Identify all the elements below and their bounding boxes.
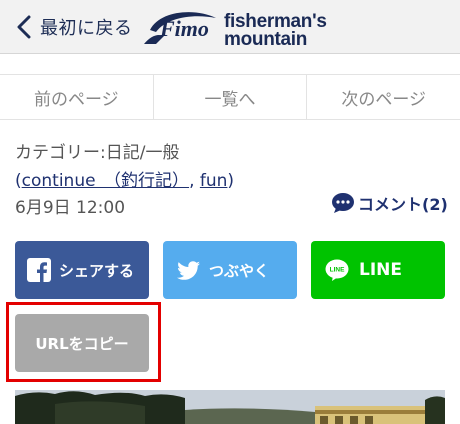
- line-share-label: LINE: [359, 260, 402, 280]
- tag-close-paren: ): [227, 171, 235, 191]
- category-label: カテゴリー:日記/一般: [15, 143, 180, 163]
- tag-separator: ,: [189, 171, 200, 191]
- chevron-left-icon: [17, 15, 31, 39]
- comment-link[interactable]: コメント(2): [331, 191, 448, 215]
- line-icon: LINE: [325, 259, 349, 281]
- app-header: 最初に戻る Fimo fisherman's mountain: [0, 0, 460, 54]
- tag-link-continue[interactable]: continue （釣行記）: [22, 171, 189, 191]
- twitter-tweet-label: つぶやく: [209, 261, 270, 280]
- facebook-share-label: シェアする: [59, 261, 135, 280]
- twitter-bird-icon: [177, 261, 200, 280]
- back-label: 最初に戻る: [40, 18, 133, 39]
- tag-list: (continue （釣行記）, fun): [15, 166, 234, 191]
- back-to-top-button[interactable]: 最初に戻る: [16, 12, 133, 42]
- fimo-logo-text: Fimo: [159, 16, 209, 41]
- brand-line-2: mountain: [224, 29, 308, 50]
- brand-logo[interactable]: Fimo fisherman's mountain: [140, 6, 340, 50]
- line-share-button[interactable]: LINE LINE: [311, 241, 445, 299]
- next-page-link[interactable]: 次のページ: [306, 75, 460, 119]
- page-navigation: 前のページ 一覧へ 次のページ: [0, 74, 460, 120]
- facebook-icon: [27, 258, 51, 282]
- post-date: 6月9日 12:00: [15, 198, 126, 218]
- tag-link-fun[interactable]: fun: [200, 171, 228, 191]
- photo-scene: [15, 390, 445, 424]
- twitter-tweet-button[interactable]: つぶやく: [163, 241, 297, 299]
- speech-bubble-icon: [332, 193, 354, 213]
- previous-page-link[interactable]: 前のページ: [0, 75, 153, 119]
- fimo-logo-mark: Fimo: [144, 12, 216, 44]
- comment-count-label: コメント(2): [358, 195, 448, 214]
- line-icon-text: LINE: [330, 267, 345, 274]
- tag-open-paren: (: [15, 171, 22, 191]
- list-page-link[interactable]: 一覧へ: [152, 75, 307, 119]
- copy-url-button[interactable]: URLをコピー: [15, 314, 149, 372]
- post-photo: [15, 390, 445, 424]
- facebook-share-button[interactable]: シェアする: [15, 241, 149, 299]
